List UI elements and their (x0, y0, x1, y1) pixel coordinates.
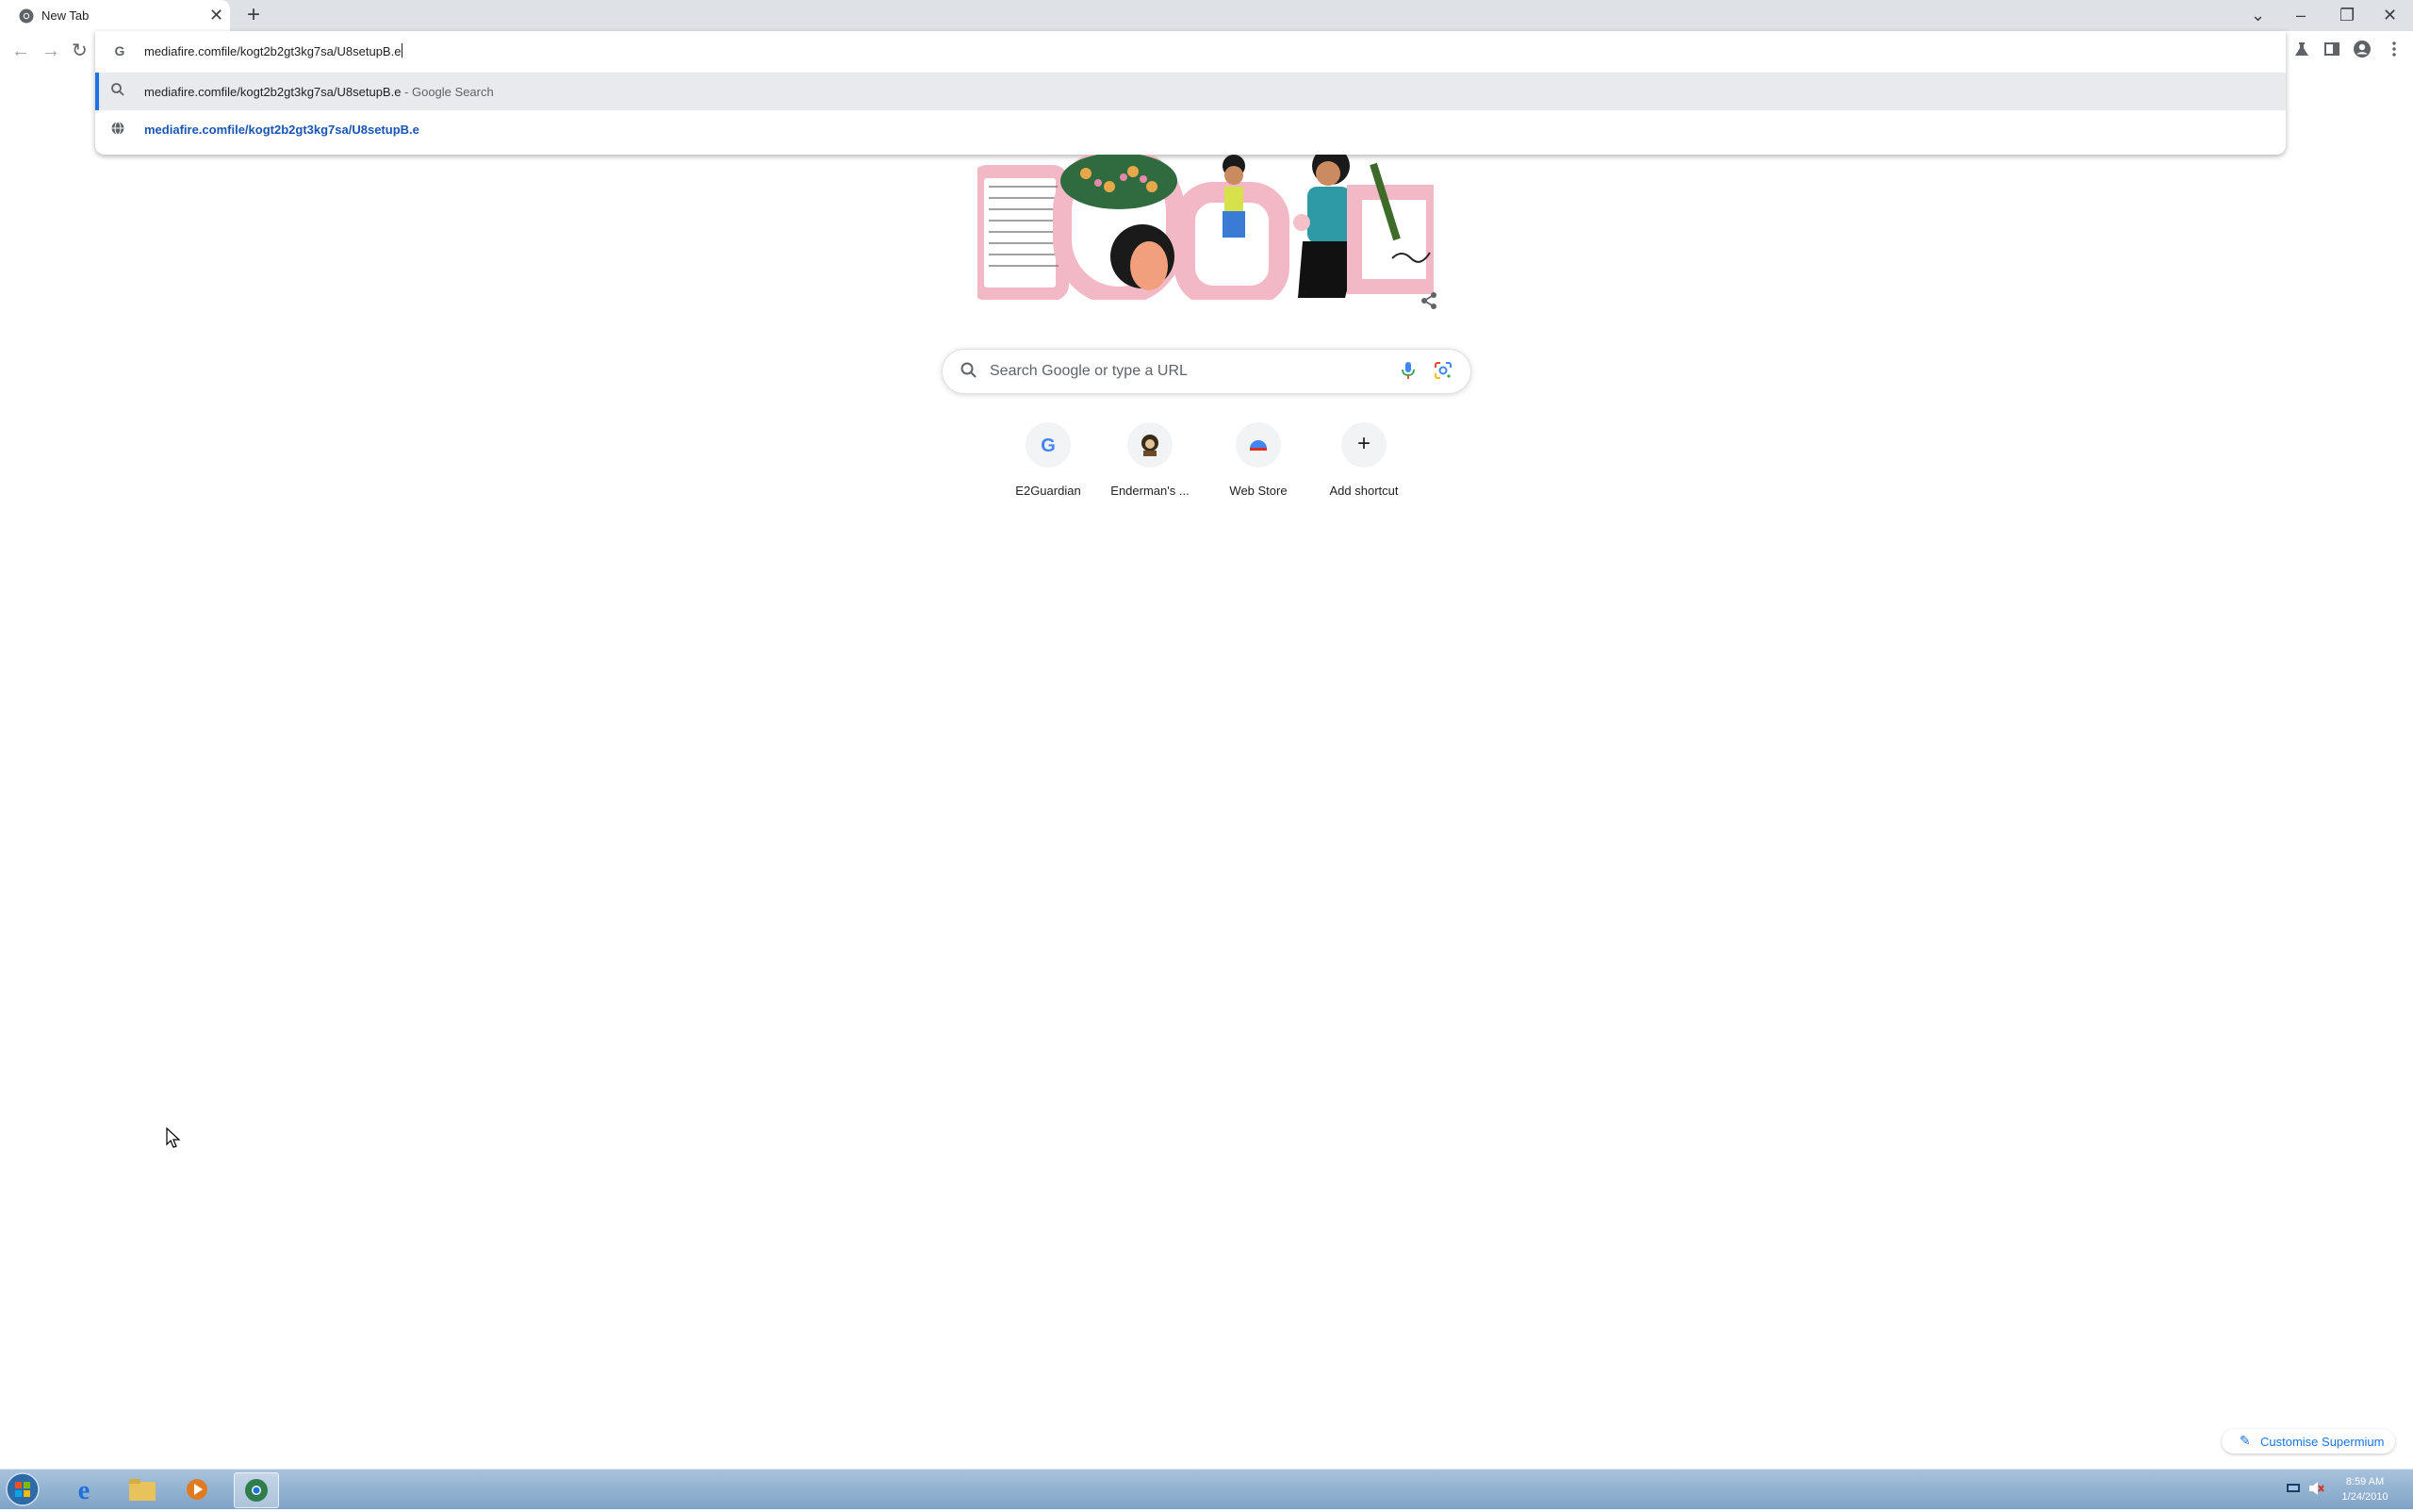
google-lens-icon[interactable] (1433, 360, 1453, 381)
address-bar[interactable] (95, 31, 2286, 73)
internet-explorer-icon[interactable]: e (62, 1472, 106, 1506)
share-icon[interactable] (1419, 290, 1439, 311)
shortcut-label: Add shortcut (1329, 484, 1399, 498)
shortcut-endermans[interactable]: Enderman's ... (1097, 419, 1203, 513)
google-doodle[interactable] (977, 155, 1434, 300)
shortcut-web-store[interactable]: Web Store (1206, 419, 1311, 513)
plus-icon: + (1356, 431, 1371, 456)
profile-avatar-icon[interactable] (2353, 40, 2372, 58)
selected-indicator (95, 73, 99, 110)
shortcut-tile: + (1341, 422, 1387, 468)
back-button[interactable]: ← (11, 40, 30, 62)
forward-button[interactable]: → (41, 40, 60, 62)
svg-text:G: G (1041, 436, 1056, 456)
customise-label[interactable]: Customise Supermium (2260, 1435, 2385, 1449)
start-button-icon[interactable] (4, 1471, 41, 1507)
globe-icon (111, 122, 124, 135)
side-panel-icon[interactable] (2323, 40, 2341, 58)
search-icon (111, 83, 124, 96)
enderman-icon (1141, 435, 1158, 456)
address-input-text[interactable]: mediafire.comfile/kogt2b2gt3kg7sa/U8setu… (144, 43, 403, 58)
add-shortcut-button[interactable]: + Add shortcut (1311, 419, 1417, 513)
new-tab-button[interactable]: + (247, 4, 260, 26)
network-icon[interactable] (2285, 1481, 2302, 1496)
restore-button[interactable]: ❐ (2339, 4, 2355, 26)
shortcut-tile: G (1026, 422, 1071, 468)
tab-new-tab[interactable] (0, 0, 230, 31)
chrome-icon (19, 8, 34, 24)
tab-search-dropdown-icon[interactable]: ⌄ (2251, 4, 2265, 26)
shortcut-label: Enderman's ... (1110, 484, 1190, 498)
minimize-button[interactable]: – (2296, 4, 2306, 26)
shortcut-e2guardian[interactable]: G E2Guardian (995, 419, 1101, 513)
microphone-icon[interactable] (1399, 360, 1418, 381)
labs-flask-icon[interactable] (2292, 40, 2311, 58)
clock-date[interactable]: 1/24/2010 (2323, 1491, 2407, 1503)
clock-time[interactable]: 8:59 AM (2323, 1476, 2407, 1487)
shortcut-label: E2Guardian (1015, 484, 1081, 498)
google-g-icon: G (1041, 436, 1056, 456)
taskbar (0, 1469, 2413, 1509)
reload-button[interactable]: ↻ (72, 40, 88, 62)
tab-strip (0, 0, 2413, 31)
mouse-cursor-icon (166, 1127, 181, 1148)
search-placeholder[interactable]: Search Google or type a URL (990, 363, 1188, 380)
file-explorer-icon[interactable] (121, 1472, 164, 1506)
shortcut-tile (1236, 422, 1281, 468)
tab-close-icon[interactable]: ✕ (209, 6, 223, 25)
search-icon (960, 362, 977, 378)
google-g-icon: G (115, 43, 125, 58)
taskbar-browser-button[interactable] (234, 1472, 279, 1508)
web-store-icon (1250, 440, 1267, 451)
suggestion-url-link[interactable]: mediafire.comfile/kogt2b2gt3kg7sa/U8setu… (144, 123, 419, 137)
menu-kebab-icon[interactable] (2385, 40, 2404, 58)
suggestion-text: mediafire.comfile/kogt2b2gt3kg7sa/U8setu… (144, 85, 494, 99)
tab-title: New Tab (41, 8, 90, 23)
svg-text:G: G (115, 43, 125, 58)
svg-text:e: e (78, 1476, 90, 1505)
pencil-icon: ✎ (2240, 1433, 2251, 1448)
shortcut-tile (1127, 422, 1173, 468)
browser-icon (245, 1479, 268, 1502)
media-player-icon[interactable] (175, 1472, 219, 1506)
close-window-button[interactable]: ✕ (2383, 4, 2397, 26)
shortcut-label: Web Store (1229, 484, 1288, 498)
